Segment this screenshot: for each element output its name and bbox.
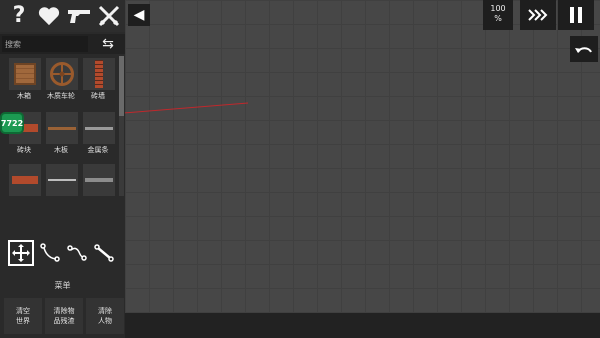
item-label: 木板 xyxy=(54,146,68,154)
item-wood-crate[interactable]: 木箱 xyxy=(6,58,42,108)
metal-bar-icon xyxy=(83,112,115,144)
search-row: ⇆ xyxy=(0,34,125,54)
top-icon-bar: ? xyxy=(0,0,125,32)
steel-bar-icon xyxy=(83,164,115,196)
rod-icon xyxy=(46,164,78,196)
item-label: 金属条 xyxy=(87,146,109,154)
search-input[interactable] xyxy=(2,36,88,52)
item-label: 砖块 xyxy=(17,146,31,154)
crate-icon xyxy=(9,58,41,90)
item-metal-bar[interactable]: 金属条 xyxy=(80,112,116,162)
action-row: 清空 世界 清除物 品残渣 清除 人物 xyxy=(0,298,125,338)
brick-wall-icon xyxy=(83,58,115,90)
fast-forward-icon[interactable] xyxy=(520,0,556,30)
scroll-thumb[interactable] xyxy=(119,56,124,116)
zoom-unit: % xyxy=(494,14,502,23)
item-scrollbar[interactable] xyxy=(119,56,124,196)
heart-icon[interactable] xyxy=(36,3,62,29)
clear-characters-button[interactable]: 清除 人物 xyxy=(86,298,124,334)
pause-icon[interactable] xyxy=(558,0,594,30)
gun-icon[interactable] xyxy=(66,3,92,29)
question-icon[interactable]: ? xyxy=(6,3,32,29)
spring-tool-icon[interactable] xyxy=(64,240,90,266)
item-rod[interactable] xyxy=(43,164,79,214)
sandbox-canvas[interactable] xyxy=(125,0,600,313)
item-brick-wall[interactable]: 砖墙 xyxy=(80,58,116,108)
watermark-badge: 7722 xyxy=(0,112,24,134)
item-label: 木质车轮 xyxy=(47,92,75,100)
wheel-icon xyxy=(46,58,78,90)
item-label: 砖墙 xyxy=(91,92,105,100)
collapse-panel-button[interactable]: ◀ xyxy=(128,4,150,26)
item-steel-bar[interactable] xyxy=(80,164,116,214)
menu-label[interactable]: 菜单 xyxy=(0,280,125,292)
zoom-value: 100 xyxy=(490,4,506,13)
item-plank[interactable]: 木板 xyxy=(43,112,79,162)
swap-category-icon[interactable]: ⇆ xyxy=(94,36,122,52)
item-red-block[interactable] xyxy=(6,164,42,214)
red-block-icon xyxy=(9,164,41,196)
plank-icon xyxy=(46,112,78,144)
clear-world-button[interactable]: 清空 世界 xyxy=(4,298,42,334)
rope-tool-icon[interactable] xyxy=(37,240,63,266)
item-wooden-wheel[interactable]: 木质车轮 xyxy=(43,58,79,108)
rod-tool-icon[interactable] xyxy=(91,240,117,266)
tool-row xyxy=(0,234,125,274)
ground-strip xyxy=(125,313,600,338)
clear-debris-button[interactable]: 清除物 品残渣 xyxy=(45,298,83,334)
move-tool-icon[interactable] xyxy=(8,240,34,266)
item-label: 木箱 xyxy=(17,92,31,100)
crossed-swords-icon[interactable] xyxy=(96,3,122,29)
zoom-indicator: 100 % xyxy=(483,0,513,30)
undo-icon[interactable] xyxy=(570,36,598,62)
